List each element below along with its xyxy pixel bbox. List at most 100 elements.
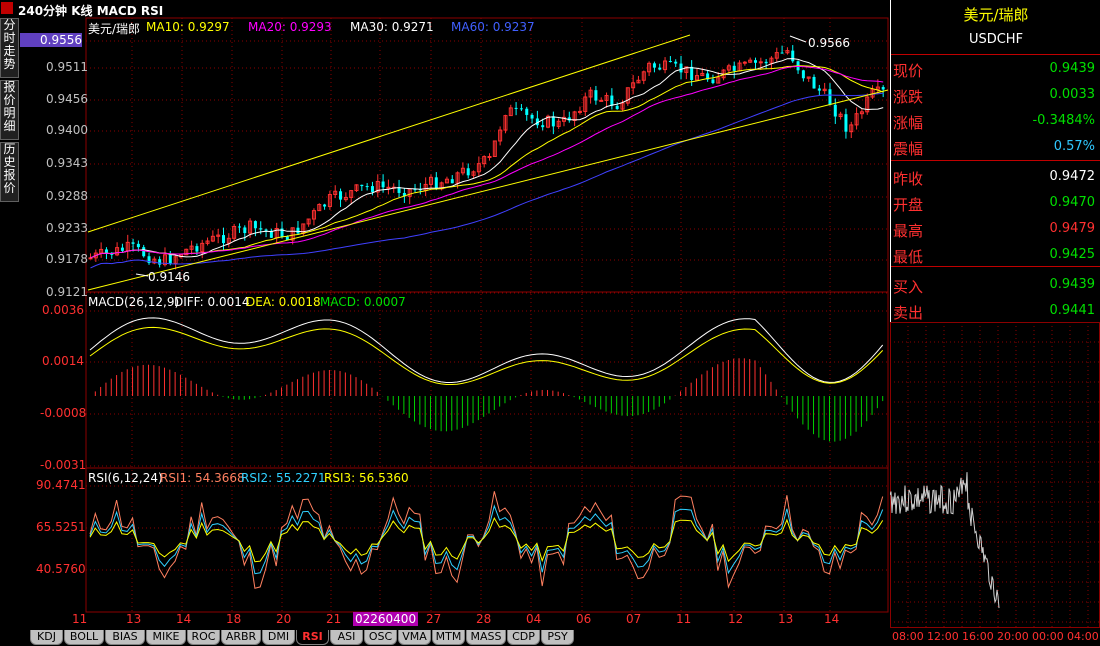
quote-row: 涨幅 -0.3484% (891, 108, 1100, 134)
macd-tick-label: 0.0036 (42, 303, 84, 317)
time-tick-label: 21 (326, 612, 342, 626)
quote-row: 最低 0.9425 (891, 242, 1100, 268)
intraday-chart[interactable] (890, 322, 1100, 628)
indicator-tab-dmi[interactable]: DMI (262, 630, 295, 645)
price-tick-label: 0.9556 (20, 33, 82, 47)
candle-body (758, 61, 763, 64)
candle-body (142, 247, 146, 257)
indicator-tab-mtm[interactable]: MTM (432, 630, 465, 645)
quote-row-value: 0.9472 (1049, 169, 1096, 184)
indicator-tab-mike[interactable]: MIKE (146, 630, 186, 645)
quote-divider (891, 54, 1100, 55)
candle-body (381, 181, 385, 188)
indicator-tab-kdj[interactable]: KDJ (30, 630, 63, 645)
intraday-time-label: 04:00 (1067, 630, 1099, 643)
indicator-tab-roc[interactable]: ROC (187, 630, 220, 645)
candle-body (237, 226, 241, 228)
price-tick-label: 0.9343 (46, 156, 88, 170)
low-note: 0.9146 (148, 270, 190, 284)
candle-body (365, 186, 369, 188)
indicator-tab-asi[interactable]: ASI (330, 630, 363, 645)
kline-chart[interactable] (0, 0, 890, 628)
macd-dea-label: DEA: 0.0018 (246, 295, 321, 309)
candle-body (386, 186, 391, 189)
quote-row-label: 涨跌 (893, 88, 924, 106)
ma20-label: MA20: 0.9293 (248, 20, 332, 34)
candle-body (450, 179, 454, 184)
quote-code: USDCHF (968, 32, 1024, 47)
candle-body (780, 52, 784, 54)
candle-body (844, 114, 848, 132)
macd-tick-label: -0.0031 (40, 458, 87, 472)
candle-body (360, 184, 364, 187)
indicator-tab-mass[interactable]: MASS (466, 630, 506, 645)
quote-row-label: 涨幅 (893, 114, 924, 132)
quote-row-value: 0.9439 (1049, 277, 1096, 292)
indicator-tab-osc[interactable]: OSC (364, 630, 397, 645)
candle-body (599, 99, 604, 102)
price-tick-label: 0.9121 (46, 285, 88, 299)
candle-body (791, 50, 795, 62)
time-tick-label: 02260400 (353, 612, 419, 626)
quote-row-value: 0.0033 (1049, 87, 1096, 102)
candle-body (828, 89, 832, 105)
indicator-tab-arbr[interactable]: ARBR (221, 630, 261, 645)
candle-body (195, 246, 199, 252)
candle-body (668, 61, 672, 63)
quote-row-label: 震幅 (893, 140, 924, 158)
time-tick-label: 11 (72, 612, 88, 626)
candle-body (754, 60, 757, 63)
time-tick-label: 18 (226, 612, 242, 626)
candle-body (296, 227, 300, 234)
candle-body (690, 66, 694, 80)
price-panel-frame (85, 17, 889, 293)
time-tick-label: 04 (526, 612, 542, 626)
price-tick-label: 0.9456 (46, 92, 88, 106)
candle-body (674, 61, 678, 64)
macd-tick-label: 0.0014 (42, 354, 84, 368)
quote-row: 昨收 0.9472 (891, 164, 1100, 190)
quote-row-value: 0.9439 (1049, 61, 1096, 76)
quote-panel: 美元/瑞郎 USDCHF 现价 0.9439 涨跌 0.0033 涨幅 -0.3484% 震… (890, 0, 1100, 322)
candle-body (339, 191, 343, 200)
candle-body (833, 104, 837, 117)
rsi-tick-label: 65.5251 (36, 520, 86, 534)
ma10-line (90, 58, 884, 259)
macd-label: MACD(26,12,9) (88, 295, 180, 309)
indicator-tab-boll[interactable]: BOLL (64, 630, 104, 645)
macd-value-label: MACD: 0.0007 (320, 295, 406, 309)
candle-body (615, 105, 619, 110)
quote-row-value: -0.3484% (1032, 113, 1095, 128)
intraday-time-label: 16:00 (962, 630, 994, 643)
quote-row: 涨跌 0.0033 (891, 82, 1100, 108)
time-tick-label: 13 (778, 612, 794, 626)
macd-diff-line (89, 317, 884, 383)
quote-row-label: 现价 (893, 62, 924, 80)
candle-body (434, 177, 438, 189)
candle-body (610, 95, 614, 106)
time-tick-label: 27 (426, 612, 442, 626)
candle-body (120, 247, 124, 251)
candle-body (801, 70, 805, 79)
indicator-tab-bias[interactable]: BIAS (105, 630, 145, 645)
time-tick-label: 07 (626, 612, 642, 626)
rsi-panel-frame (85, 467, 889, 613)
indicator-tab-psy[interactable]: PSY (541, 630, 574, 645)
indicator-tab-vma[interactable]: VMA (398, 630, 431, 645)
macd-tick-label: -0.0008 (40, 406, 87, 420)
price-tick-label: 0.9288 (46, 189, 88, 203)
intraday-time-label: 20:00 (997, 630, 1029, 643)
candle-body (577, 110, 582, 113)
macd-panel-frame (85, 291, 889, 469)
quote-row: 现价 0.9439 (891, 56, 1100, 82)
candle-body (541, 125, 545, 128)
candle-body (88, 257, 93, 260)
quote-row-value: 0.57% (1053, 139, 1095, 154)
candle-body (658, 67, 662, 70)
time-tick-label: 14 (176, 612, 192, 626)
candle-body (158, 259, 162, 265)
indicator-tab-rsi[interactable]: RSI (296, 630, 329, 645)
candle-body (259, 228, 263, 230)
time-tick-label: 14 (824, 612, 840, 626)
indicator-tab-cdp[interactable]: CDP (507, 630, 540, 645)
